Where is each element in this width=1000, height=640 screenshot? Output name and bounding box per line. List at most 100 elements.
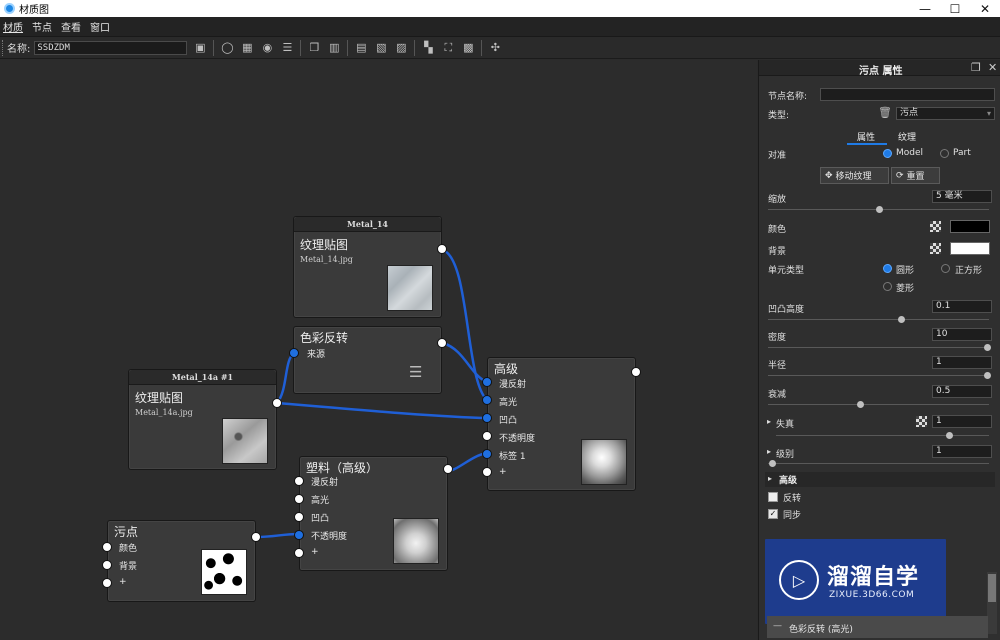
refresh-icon[interactable]: ◉ bbox=[258, 39, 276, 57]
toolbar-grip[interactable] bbox=[2, 39, 4, 56]
density-input[interactable]: 10 bbox=[932, 328, 992, 341]
input-port-diffuse[interactable] bbox=[294, 476, 304, 486]
save-icon[interactable]: ▣ bbox=[191, 39, 209, 57]
input-port-specular[interactable] bbox=[482, 395, 492, 405]
fit-view-icon[interactable]: ⛶ bbox=[439, 39, 457, 57]
distortion-expand-icon[interactable]: ▸ bbox=[767, 417, 771, 426]
type-select[interactable]: 污点 ▾ bbox=[896, 107, 995, 120]
cell-type-circle-radio[interactable] bbox=[883, 264, 892, 273]
radius-slider[interactable] bbox=[768, 375, 989, 376]
decay-slider[interactable] bbox=[768, 404, 989, 405]
close-panel-icon[interactable]: ✕ bbox=[988, 61, 997, 74]
menu-window[interactable]: 窗口 bbox=[87, 19, 116, 34]
material-name-input[interactable]: SSDZDM bbox=[34, 40, 188, 55]
color-swatch[interactable] bbox=[950, 220, 990, 233]
node-color-invert[interactable]: 色彩反转 来源 ☰ bbox=[293, 326, 442, 394]
background-swatch[interactable] bbox=[950, 242, 990, 255]
align-part-radio[interactable] bbox=[940, 149, 949, 158]
decay-slider-knob[interactable] bbox=[857, 401, 864, 408]
app-logo-icon bbox=[4, 3, 15, 14]
decay-input[interactable]: 0.5 bbox=[932, 385, 992, 398]
tab-texture[interactable]: 纹理 bbox=[898, 130, 916, 143]
tab-properties[interactable]: 属性 bbox=[857, 130, 875, 143]
density-slider-knob[interactable] bbox=[984, 344, 991, 351]
add-node-icon[interactable]: ▤ bbox=[352, 39, 370, 57]
cell-type-label: 单元类型 bbox=[768, 266, 805, 276]
node-metal14[interactable]: Metal_14 纹理贴图 Metal_14.jpg bbox=[293, 216, 442, 318]
background-texture-icon[interactable] bbox=[930, 243, 941, 254]
trash-icon[interactable]: 🗑 bbox=[878, 106, 892, 119]
level-expand-icon[interactable]: ▸ bbox=[767, 447, 771, 456]
menu-material[interactable]: 材质 bbox=[0, 19, 29, 34]
radius-input[interactable]: 1 bbox=[932, 356, 992, 369]
sliders-icon[interactable]: ☰ bbox=[278, 39, 296, 57]
node-advanced[interactable]: 高级 漫反射 高光 凹凸 不透明度 标签 1 + bbox=[487, 357, 636, 491]
distortion-texture-icon[interactable] bbox=[916, 416, 927, 427]
sphere-preview-icon[interactable]: ◯ bbox=[218, 39, 236, 57]
input-port-add[interactable] bbox=[482, 467, 492, 477]
level-slider-knob[interactable] bbox=[769, 460, 776, 467]
scale-slider-knob[interactable] bbox=[876, 206, 883, 213]
output-port[interactable] bbox=[251, 532, 261, 542]
input-port-add[interactable] bbox=[102, 578, 112, 588]
invert-checkbox[interactable] bbox=[768, 492, 778, 502]
align-model-radio[interactable] bbox=[883, 149, 892, 158]
output-port[interactable] bbox=[272, 398, 282, 408]
unlink-icon[interactable]: ▨ bbox=[392, 39, 410, 57]
reset-button[interactable]: ⟳ 重置 bbox=[891, 167, 940, 184]
sync-checkbox[interactable]: ✓ bbox=[768, 509, 778, 519]
node-stain[interactable]: 污点 颜色 背景 + bbox=[107, 520, 256, 602]
node-graph-canvas[interactable]: Metal_14 纹理贴图 Metal_14.jpg 色彩反转 来源 ☰ 高级 … bbox=[0, 60, 757, 640]
radius-slider-knob[interactable] bbox=[984, 372, 991, 379]
input-port-label[interactable] bbox=[482, 449, 492, 459]
arrange-icon[interactable]: ▚ bbox=[419, 39, 437, 57]
bump-height-slider[interactable] bbox=[768, 319, 989, 320]
bump-height-slider-knob[interactable] bbox=[898, 316, 905, 323]
copy-icon[interactable]: ❐ bbox=[305, 39, 323, 57]
node-list-item[interactable]: — 色彩反转 (高光) bbox=[767, 616, 988, 638]
distortion-input[interactable]: 1 bbox=[932, 415, 992, 428]
input-port-background[interactable] bbox=[102, 560, 112, 570]
output-port[interactable] bbox=[443, 464, 453, 474]
node-plastic-advanced[interactable]: 塑料（高级） 漫反射 高光 凹凸 不透明度 + bbox=[299, 456, 448, 571]
maximize-button[interactable]: ☐ bbox=[940, 0, 970, 17]
output-port[interactable] bbox=[631, 367, 641, 377]
output-port[interactable] bbox=[437, 244, 447, 254]
advanced-section-header[interactable]: ▸ 高级 bbox=[765, 472, 995, 487]
input-port-bump[interactable] bbox=[482, 413, 492, 423]
level-slider[interactable] bbox=[768, 463, 989, 464]
scrollbar-thumb[interactable] bbox=[988, 574, 996, 602]
input-port-source[interactable] bbox=[289, 348, 299, 358]
input-port-color[interactable] bbox=[102, 542, 112, 552]
checker-icon[interactable]: ▦ bbox=[238, 39, 256, 57]
menu-view[interactable]: 查看 bbox=[58, 19, 87, 34]
node-metal14a[interactable]: Metal_14a #1 纹理贴图 Metal_14a.jpg bbox=[128, 369, 277, 470]
input-port-bump[interactable] bbox=[294, 512, 304, 522]
close-window-button[interactable]: ✕ bbox=[970, 0, 1000, 17]
input-port-specular[interactable] bbox=[294, 494, 304, 504]
density-slider[interactable] bbox=[768, 347, 989, 348]
input-port-diffuse[interactable] bbox=[482, 377, 492, 387]
move-texture-button[interactable]: ✥ 移动纹理 bbox=[820, 167, 889, 184]
output-port[interactable] bbox=[437, 338, 447, 348]
menu-node[interactable]: 节点 bbox=[29, 19, 58, 34]
list-scrollbar[interactable] bbox=[987, 572, 997, 634]
grid-icon[interactable]: ▩ bbox=[459, 39, 477, 57]
float-panel-icon[interactable]: ❐ bbox=[971, 61, 981, 74]
distortion-slider-knob[interactable] bbox=[946, 432, 953, 439]
node-name-input[interactable] bbox=[820, 88, 995, 101]
cell-type-square-radio[interactable] bbox=[941, 264, 950, 273]
color-texture-icon[interactable] bbox=[930, 221, 941, 232]
delete-icon[interactable]: ▥ bbox=[325, 39, 343, 57]
input-port-add[interactable] bbox=[294, 548, 304, 558]
input-port-opacity[interactable] bbox=[294, 530, 304, 540]
distortion-slider[interactable] bbox=[776, 435, 989, 436]
layout-icon[interactable]: ✣ bbox=[486, 39, 504, 57]
cell-type-diamond-radio[interactable] bbox=[883, 282, 892, 291]
scale-input[interactable]: 5 毫米 bbox=[932, 190, 992, 203]
link-icon[interactable]: ▧ bbox=[372, 39, 390, 57]
input-port-opacity[interactable] bbox=[482, 431, 492, 441]
bump-height-input[interactable]: 0.1 bbox=[932, 300, 992, 313]
level-input[interactable]: 1 bbox=[932, 445, 992, 458]
minimize-button[interactable]: — bbox=[910, 0, 940, 17]
